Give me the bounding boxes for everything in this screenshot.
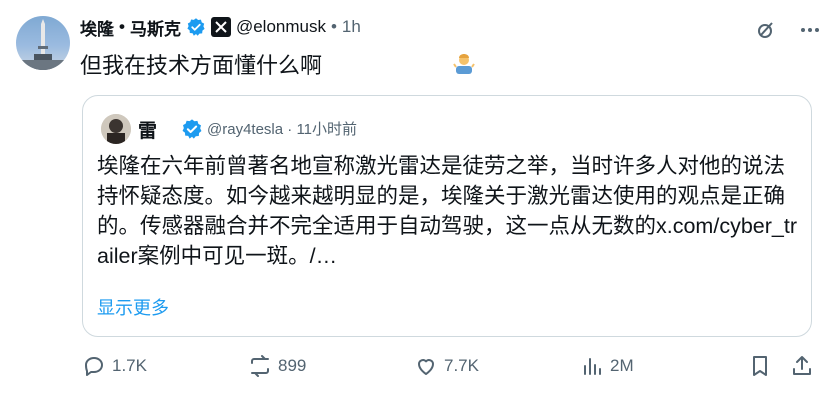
quote-author-name[interactable]: 雷 [138, 116, 157, 143]
like-icon [418, 359, 434, 375]
quote-time[interactable]: 11小时前 [296, 121, 357, 138]
bookmark-icon [753, 356, 767, 376]
verified-badge-icon [186, 17, 206, 37]
views-count: 2M [610, 356, 634, 375]
action-bar: 1.7K 899 7.7K 2M [0, 354, 838, 390]
quote-author-handle[interactable]: @ray4tesla [207, 121, 283, 138]
views-icon [584, 358, 601, 375]
share-button[interactable] [790, 354, 814, 378]
quote-meta: @ray4tesla · 11小时前 [207, 118, 357, 139]
bookmark-button[interactable] [748, 354, 772, 378]
views-button[interactable]: 2M [580, 354, 634, 378]
tweet-header: 埃隆 • 马斯克 @elonmusk • 1h [80, 12, 361, 42]
grok-icon[interactable] [754, 18, 778, 47]
author-avatar[interactable] [16, 16, 70, 70]
repost-icon [251, 355, 269, 377]
show-more-link[interactable]: 显示更多 [97, 294, 169, 320]
share-icon [793, 356, 811, 375]
quote-dot: · [287, 121, 293, 138]
author-handle[interactable]: @elonmusk [236, 17, 326, 37]
author-name-secondary[interactable]: 马斯克 [130, 15, 181, 40]
x-affiliation-icon [210, 17, 231, 37]
reply-button[interactable]: 1.7K [82, 354, 147, 378]
quote-text: 埃隆在六年前曾著名地宣称激光雷达是徒劳之举，当时许多人对他的说法持怀疑态度。如今… [97, 154, 797, 268]
author-name[interactable]: 埃隆 [80, 15, 114, 40]
top-actions [754, 18, 822, 47]
repost-button[interactable]: 899 [248, 354, 306, 378]
more-icon[interactable] [798, 18, 822, 47]
header-dot: • [330, 17, 337, 36]
reply-count: 1.7K [112, 356, 147, 375]
repost-count: 899 [278, 356, 307, 375]
like-button[interactable]: 7.7K [414, 354, 479, 378]
like-count: 7.7K [444, 356, 479, 375]
quoted-tweet[interactable]: 雷 @ray4tesla · 11小时前 埃隆在六年前曾著名地宣称激光雷达是徒劳… [82, 95, 812, 337]
tweet-text: 但我在技术方面懂什么啊 [80, 53, 323, 78]
tweet-time[interactable]: 1h [342, 17, 361, 37]
quote-avatar[interactable] [101, 114, 131, 144]
reply-icon [85, 357, 103, 376]
quote-verified-badge-icon [181, 118, 203, 140]
author-name-separator: • [119, 17, 125, 36]
person-shrugging-icon [452, 52, 476, 76]
